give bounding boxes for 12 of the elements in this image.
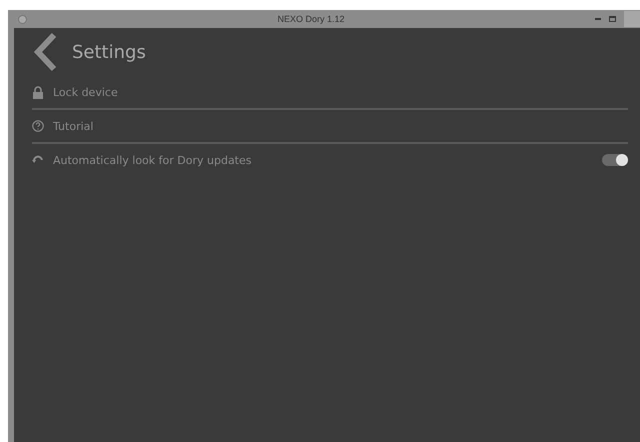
lock-icon bbox=[32, 86, 44, 98]
maximize-button[interactable] bbox=[609, 16, 616, 22]
refresh-icon bbox=[32, 154, 44, 166]
setting-label[interactable]: Lock device bbox=[53, 86, 628, 98]
window-title: NEXO Dory 1.12 bbox=[276, 14, 346, 24]
back-button[interactable] bbox=[32, 32, 58, 72]
toggle-switch[interactable] bbox=[602, 154, 628, 166]
app-icon bbox=[18, 14, 27, 24]
setting-label[interactable]: Tutorial bbox=[53, 120, 628, 132]
page-title: Settings bbox=[72, 42, 146, 62]
setting-label[interactable]: Automatically look for Dory updates bbox=[53, 154, 593, 166]
help-icon bbox=[32, 120, 44, 132]
